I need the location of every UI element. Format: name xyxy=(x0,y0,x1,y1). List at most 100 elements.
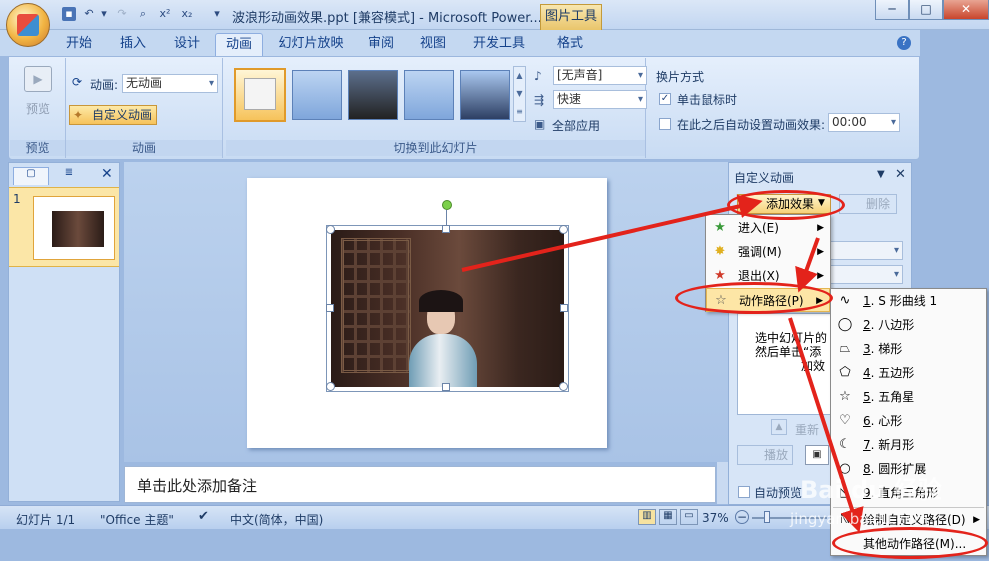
outline-tab-icon[interactable]: ≣ xyxy=(51,167,87,185)
sound-dropdown[interactable]: [无声音] xyxy=(553,66,647,85)
theme-name[interactable]: "Office 主题" xyxy=(100,511,174,528)
pane-close-icon[interactable]: ✕ xyxy=(895,167,906,182)
resize-handle-bl[interactable] xyxy=(326,382,335,391)
speed-icon: ⇶ xyxy=(534,93,545,107)
star-red-icon: ★ xyxy=(714,268,726,283)
rotation-handle[interactable] xyxy=(442,200,452,210)
path-s-curve[interactable]: ∿ 1. S 形曲线 1 xyxy=(831,289,986,313)
tab-format[interactable]: 格式 xyxy=(548,33,592,56)
tab-animations[interactable]: 动画 xyxy=(215,33,263,56)
star-icon: ☆ xyxy=(839,389,851,404)
auto-after-label: 在此之后自动设置动画效果: xyxy=(677,118,826,132)
slide-number: 1 xyxy=(13,192,21,206)
watermark-logo: Bai du 经验 xyxy=(800,476,942,504)
slideshow-view-icon[interactable]: ▭ xyxy=(680,509,698,525)
delete-button[interactable]: 删除 xyxy=(839,194,897,214)
maximize-button[interactable]: □ xyxy=(909,0,943,20)
zoom-out-icon[interactable]: − xyxy=(735,510,749,524)
qat-customize-icon[interactable]: ▾ xyxy=(210,7,224,21)
annotation-ring-motion-paths xyxy=(675,282,833,314)
on-click-label: 单击鼠标时 xyxy=(677,93,738,107)
transition-none-thumb[interactable] xyxy=(234,68,286,122)
octagon-icon: ◯ xyxy=(837,317,853,332)
undo-dropdown-icon[interactable]: ▾ xyxy=(97,7,111,21)
menu-item-entrance[interactable]: ★ 进入(E) ▶ xyxy=(706,216,830,240)
autopreview-label: 自动预览 xyxy=(754,486,803,500)
superscript-icon[interactable]: x² xyxy=(158,7,172,21)
auto-after-checkbox[interactable] xyxy=(659,118,671,130)
transition-fade-thumb[interactable] xyxy=(292,70,342,120)
animation-group-label: 动画 xyxy=(66,140,222,156)
transition-cut-black-thumb[interactable] xyxy=(460,70,510,120)
pane-menu-icon[interactable]: ▼ xyxy=(877,169,885,180)
close-button[interactable]: ✕ xyxy=(943,0,989,20)
slide-thumbnail[interactable] xyxy=(33,196,115,260)
slides-tab-icon[interactable]: ▢ xyxy=(13,167,49,185)
preview-group: ▶ 预览 预览 xyxy=(10,58,66,158)
transition-black-thumb[interactable] xyxy=(348,70,398,120)
zoom-level[interactable]: 37% xyxy=(702,511,729,525)
autopreview-checkbox[interactable] xyxy=(738,486,750,498)
path-crescent[interactable]: ☾ 7. 新月形 xyxy=(831,433,986,457)
redo-icon[interactable]: ↷ xyxy=(115,7,129,21)
tab-review[interactable]: 审阅 xyxy=(360,33,402,56)
save-icon[interactable]: ▪ xyxy=(62,7,76,21)
s-curve-icon: ∿ xyxy=(839,293,851,308)
tab-home[interactable]: 开始 xyxy=(58,33,100,56)
resize-handle-tl[interactable] xyxy=(326,225,335,234)
slide-thumbnail-row[interactable]: 1 xyxy=(9,187,119,267)
pane-property-dropdown[interactable] xyxy=(829,265,903,284)
heart-icon: ♡ xyxy=(839,413,851,428)
document-title: 波浪形动画效果.ppt [兼容模式] - Microsoft Power... xyxy=(232,11,542,26)
advance-group: 换片方式 ✓ 单击鼠标时 在此之后自动设置动画效果: 00:00 xyxy=(650,58,918,158)
tab-insert[interactable]: 插入 xyxy=(112,33,154,56)
path-pentagon[interactable]: ⬠ 4. 五边形 xyxy=(831,361,986,385)
on-click-checkbox[interactable]: ✓ xyxy=(659,93,671,105)
sorter-view-icon[interactable]: ▦ xyxy=(659,509,677,525)
tab-developer[interactable]: 开发工具 xyxy=(464,33,534,56)
slideshow-button-icon[interactable]: ▣ xyxy=(805,445,829,465)
window-controls: ─ □ ✕ xyxy=(875,0,989,20)
close-panel-icon[interactable]: ✕ xyxy=(101,166,113,182)
tab-slideshow[interactable]: 幻灯片放映 xyxy=(272,33,350,56)
resize-handle-tc[interactable] xyxy=(442,225,450,233)
speed-dropdown[interactable]: 快速 xyxy=(553,90,647,109)
rotation-stem xyxy=(446,210,447,226)
gallery-scroll[interactable]: ▲ ▼ ≡ xyxy=(513,66,526,122)
resize-handle-mr[interactable] xyxy=(560,304,568,312)
office-button[interactable] xyxy=(6,3,50,47)
menu-item-emphasis[interactable]: ✸ 强调(M) ▶ xyxy=(706,240,830,264)
resize-handle-br[interactable] xyxy=(559,382,568,391)
help-icon[interactable]: ? xyxy=(897,36,911,50)
resize-handle-tr[interactable] xyxy=(559,225,568,234)
reorder-up-icon[interactable]: ▲ xyxy=(771,419,787,435)
instructions-line3: 加效 xyxy=(801,359,826,373)
subscript-icon[interactable]: x₂ xyxy=(180,7,194,21)
notes-pane[interactable]: 单击此处添加备注 xyxy=(124,466,716,503)
transition-cut-thumb[interactable] xyxy=(404,70,454,120)
minimize-button[interactable]: ─ xyxy=(875,0,909,20)
office-logo-icon xyxy=(17,14,39,36)
auto-time-spinner[interactable]: 00:00 xyxy=(828,113,900,132)
reorder-label: 重新 xyxy=(795,423,820,437)
normal-view-icon[interactable]: ▥ xyxy=(638,509,656,525)
tab-design[interactable]: 设计 xyxy=(166,33,208,56)
tab-view[interactable]: 视图 xyxy=(412,33,454,56)
zoom-slider-thumb[interactable] xyxy=(764,511,770,523)
sound-icon: ♪ xyxy=(534,69,542,83)
spellcheck-icon[interactable]: ✔ xyxy=(198,509,209,524)
animation-dropdown[interactable]: 无动画 xyxy=(122,74,218,93)
play-button[interactable]: 播放 xyxy=(737,445,793,465)
apply-all-button[interactable]: 全部应用 xyxy=(552,117,600,134)
path-heart[interactable]: ♡ 6. 心形 xyxy=(831,409,986,433)
undo-icon[interactable]: ↶ xyxy=(82,7,96,21)
resize-handle-bc[interactable] xyxy=(442,383,450,391)
path-octagon[interactable]: ◯ 2. 八边形 xyxy=(831,313,986,337)
print-preview-icon[interactable]: ⌕ xyxy=(136,7,150,21)
pane-start-dropdown[interactable] xyxy=(829,241,903,260)
resize-handle-ml[interactable] xyxy=(326,304,334,312)
preview-button[interactable]: 预览 xyxy=(10,100,66,117)
path-trapezoid[interactable]: ⏢ 3. 梯形 xyxy=(831,337,986,361)
path-star[interactable]: ☆ 5. 五角星 xyxy=(831,385,986,409)
language[interactable]: 中文(简体，中国) xyxy=(230,511,323,528)
